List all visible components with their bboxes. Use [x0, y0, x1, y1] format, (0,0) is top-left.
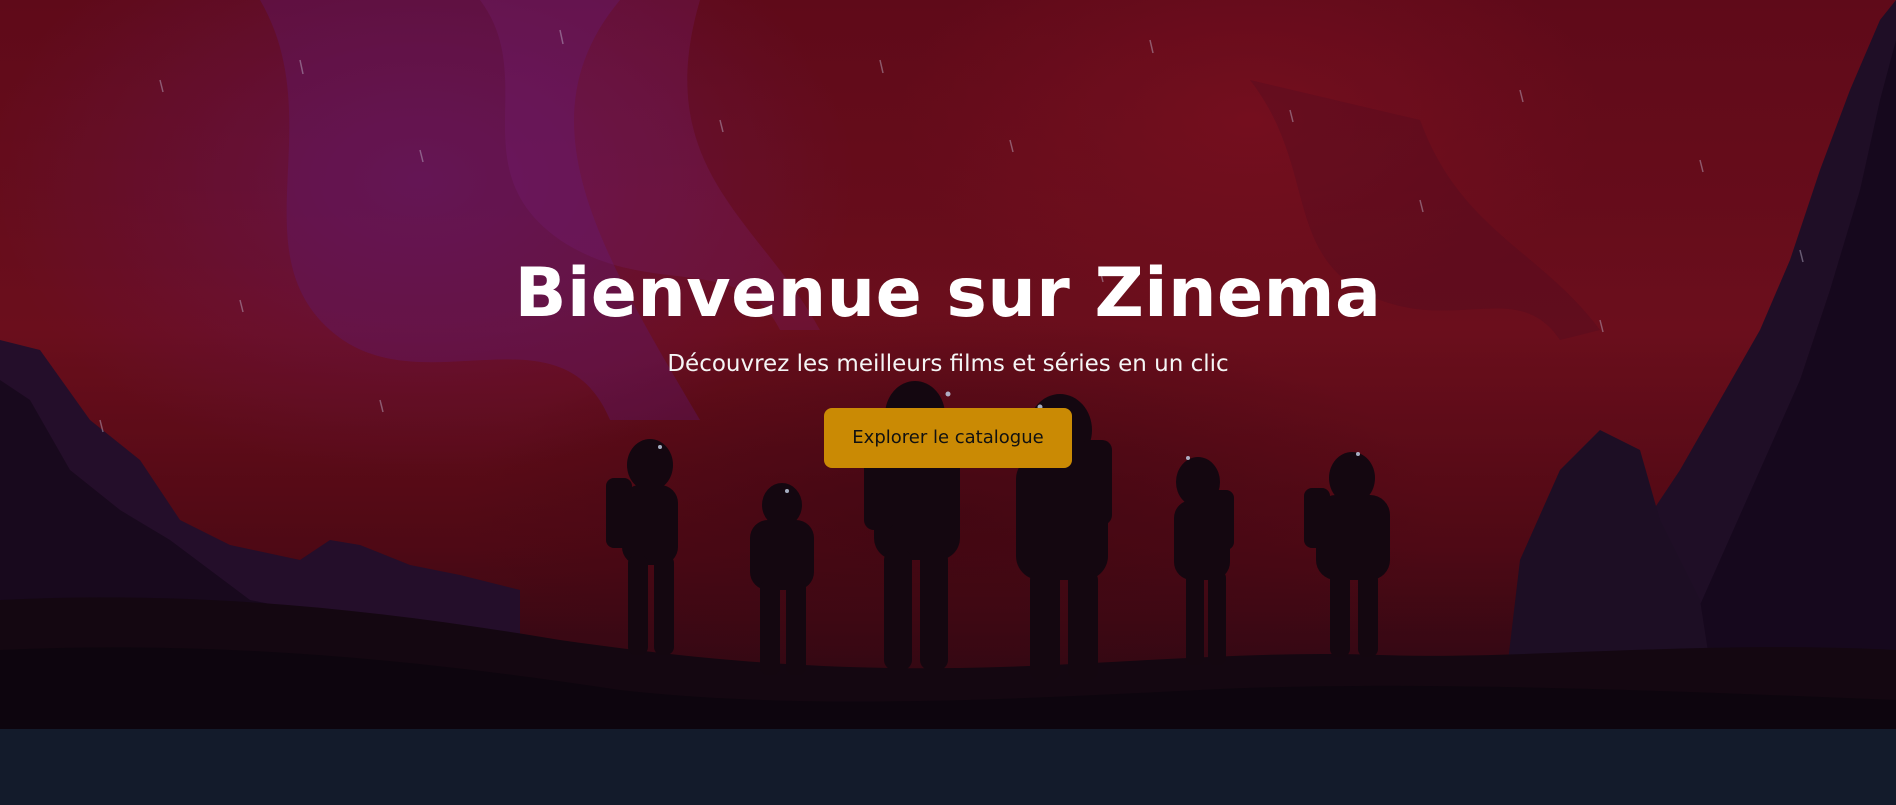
page: Bienvenue sur Zinema Découvrez les meill…	[0, 0, 1896, 805]
hero-title: Bienvenue sur Zinema	[514, 254, 1382, 333]
hero-subtitle: Découvrez les meilleurs films et séries …	[667, 351, 1229, 377]
explore-catalog-button[interactable]: Explorer le catalogue	[824, 408, 1072, 468]
hero-content: Bienvenue sur Zinema Découvrez les meill…	[0, 252, 1896, 468]
hero-section: Bienvenue sur Zinema Découvrez les meill…	[0, 0, 1896, 729]
content-section	[0, 729, 1896, 805]
